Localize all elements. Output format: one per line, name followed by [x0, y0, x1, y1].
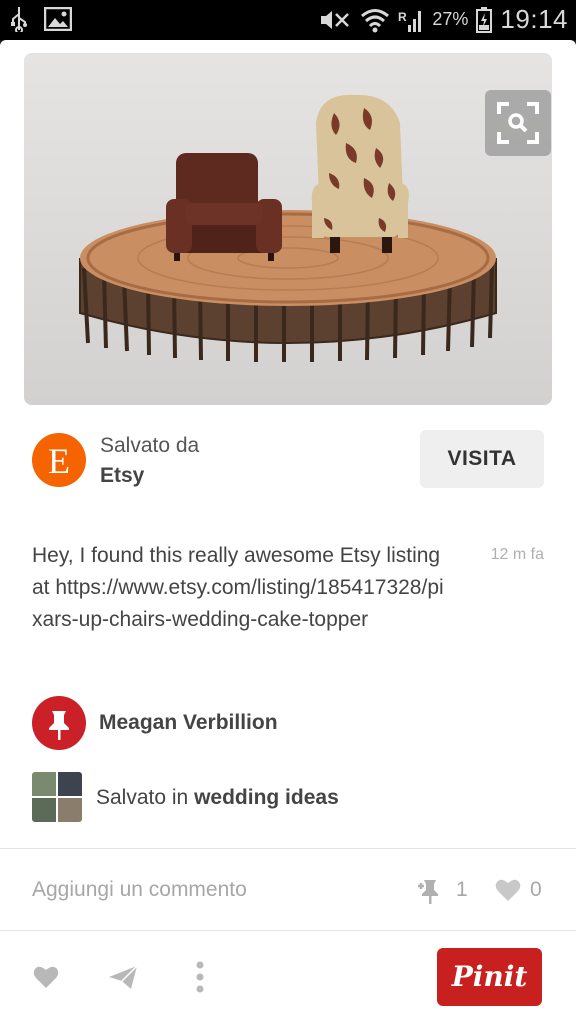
pin-it-button[interactable]: Pinit — [437, 948, 542, 1006]
board-thumbnail[interactable] — [32, 772, 82, 822]
mute-icon — [321, 10, 350, 29]
pin-image[interactable] — [24, 53, 552, 405]
saved-from-label: Salvato da — [100, 434, 200, 457]
pin-timestamp: 12 m fa — [490, 546, 544, 563]
comment-row: Aggiungi un commento 1 0 — [0, 850, 576, 928]
pin-description: Hey, I found this really awesome Etsy li… — [32, 544, 444, 631]
pinner-name[interactable]: Meagan Verbillion — [99, 711, 278, 735]
source-row: E Salvato da Etsy VISITA — [32, 430, 544, 490]
image-icon — [44, 7, 72, 31]
board-name[interactable]: wedding ideas — [194, 786, 339, 809]
send-button[interactable] — [107, 963, 139, 991]
usb-icon — [11, 7, 27, 32]
clock: 19:14 — [500, 4, 568, 34]
battery-percent: 27% — [432, 9, 469, 29]
repin-icon — [418, 880, 438, 904]
board-row[interactable]: Salvato in wedding ideas — [32, 772, 544, 824]
visual-search-button[interactable] — [485, 90, 551, 156]
like-button[interactable] — [32, 964, 60, 990]
pinner-row[interactable]: Meagan Verbillion — [32, 696, 544, 750]
visual-search-icon — [497, 102, 539, 144]
status-bar: R 27% 19:14 — [0, 0, 576, 40]
like-count: 0 — [530, 878, 542, 901]
add-comment-input[interactable]: Aggiungi un commento — [32, 878, 247, 902]
board-label[interactable]: Salvato in wedding ideas — [96, 786, 339, 810]
pinner-avatar[interactable] — [32, 696, 86, 750]
divider — [0, 848, 576, 849]
pin-card: E Salvato da Etsy VISITA Hey, I found th… — [0, 40, 576, 1024]
repin-count: 1 — [456, 878, 468, 901]
wifi-icon — [361, 8, 390, 32]
more-options-button[interactable] — [188, 959, 212, 995]
pin-photo — [24, 53, 552, 405]
visit-button[interactable]: VISITA — [420, 430, 544, 488]
source-name[interactable]: Etsy — [100, 464, 144, 488]
board-prefix: Salvato in — [96, 786, 195, 809]
svg-text:R: R — [398, 10, 407, 24]
signal-icon: R — [398, 10, 422, 32]
pushpin-icon — [49, 711, 69, 740]
action-bar: Pinit — [0, 931, 576, 1024]
battery-icon — [476, 6, 493, 33]
etsy-logo[interactable]: E — [32, 433, 86, 487]
heart-icon — [495, 879, 521, 901]
